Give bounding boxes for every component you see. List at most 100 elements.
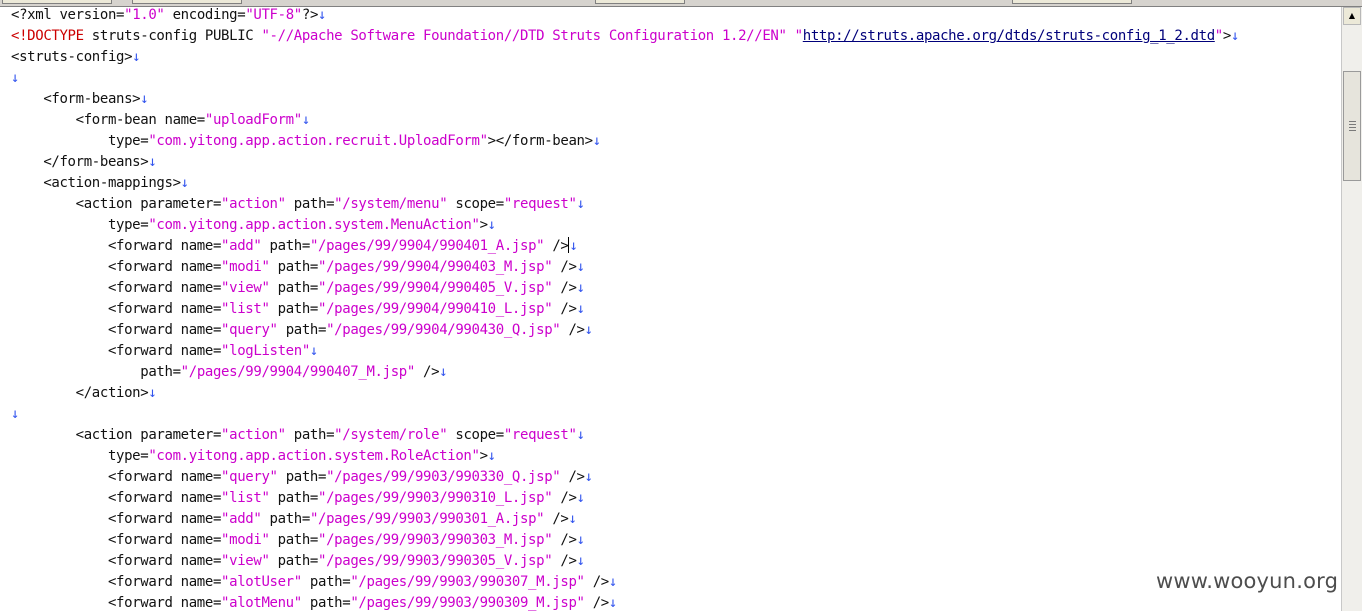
line-end-icon: ↓ [180,175,189,191]
code-text: path= [277,469,327,485]
attribute-value: " [1214,28,1223,44]
attribute-value: "com.yitong.app.action.system.MenuAction… [148,217,480,233]
grip-line [1349,127,1356,128]
code-line[interactable]: <forward name="modi" path="/pages/99/990… [11,530,585,551]
code-text: struts-config PUBLIC [83,28,262,44]
code-text: path= [269,280,319,296]
code-text: <action parameter= [11,427,222,443]
line-end-icon: ↓ [569,238,578,254]
scrollbar-thumb[interactable] [1343,71,1361,181]
attribute-value: "/pages/99/9904/990403_M.jsp" [318,259,553,275]
code-line[interactable]: </action>↓ [11,383,157,404]
attribute-value: "/pages/99/9903/990330_Q.jsp" [326,469,561,485]
code-line[interactable]: <forward name="modi" path="/pages/99/990… [11,257,585,278]
code-line[interactable]: ↓ [11,68,19,89]
code-text: > [1222,28,1231,44]
attribute-value: "uploadForm" [204,112,302,128]
code-link[interactable]: http://struts.apache.org/dtds/struts-con… [803,28,1215,44]
watermark-text: www.wooyun.org [1156,569,1339,593]
code-line[interactable]: <forward name="alotUser" path="/pages/99… [11,572,617,593]
attribute-value: "com.yitong.app.action.recruit.UploadFor… [148,133,488,149]
code-line[interactable]: <?xml version="1.0" encoding="UTF-8"?>↓ [11,7,326,26]
code-line[interactable]: <forward name="list" path="/pages/99/990… [11,299,585,320]
line-end-icon: ↓ [576,280,585,296]
code-text: > [479,217,488,233]
document-tab[interactable]: struts [2,0,112,4]
code-text: path= [261,511,311,527]
attribute-value: "/pages/99/9904/990430_Q.jsp" [326,322,561,338]
code-text: path= [277,322,327,338]
line-end-icon: ↓ [301,112,310,128]
code-line[interactable]: type="com.yitong.app.action.recruit.Uplo… [11,131,601,152]
code-text: path= [269,532,319,548]
line-end-icon: ↓ [487,448,496,464]
document-tab[interactable] [1012,0,1132,4]
attribute-value: "-//Apache Software Foundation//DTD Stru… [261,28,787,44]
code-line[interactable]: <struts-config>↓ [11,47,141,68]
code-text: scope= [447,427,504,443]
code-text: path= [269,301,319,317]
code-line[interactable]: <action-mappings>↓ [11,173,189,194]
code-text: /> [552,532,577,548]
code-text: path= [269,490,319,506]
code-line[interactable]: <forward name="alotMenu" path="/pages/99… [11,593,617,611]
attribute-value: "list" [221,490,270,506]
code-line[interactable]: </form-beans>↓ [11,152,156,173]
line-end-icon: ↓ [11,70,20,86]
code-line[interactable]: <forward name="add" path="/pages/99/9904… [11,236,578,257]
grip-line [1349,121,1356,122]
code-text: path= [261,238,311,254]
code-editor[interactable]: <?xml version="1.0" encoding="UTF-8"?>↓ <… [0,7,1340,611]
code-text: </action> [11,385,149,401]
code-line[interactable]: <forward name="view" path="/pages/99/990… [11,278,585,299]
code-line[interactable]: ↓ [11,404,19,425]
code-line[interactable]: <forward name="list" path="/pages/99/990… [11,488,585,509]
attribute-value: "/system/menu" [334,196,448,212]
line-end-icon: ↓ [576,259,585,275]
code-text: encoding= [164,7,246,23]
code-line[interactable]: <form-bean name="uploadForm"↓ [11,110,311,131]
attribute-value: "/pages/99/9904/990407_M.jsp" [180,364,416,380]
attribute-value: "1.0" [124,7,165,23]
code-line[interactable]: <forward name="query" path="/pages/99/99… [11,320,593,341]
code-text: /> [414,364,440,380]
code-line[interactable]: type="com.yitong.app.action.system.MenuA… [11,215,496,236]
code-line[interactable]: <!DOCTYPE struts-config PUBLIC "-//Apach… [11,26,1239,47]
code-text: <?xml version= [11,7,125,23]
line-end-icon: ↓ [584,469,593,485]
line-end-icon: ↓ [11,406,20,422]
attribute-value: "logListen" [221,343,310,359]
code-text: path= [285,427,335,443]
attribute-value: "alotUser" [221,574,302,590]
code-line[interactable]: type="com.yitong.app.action.system.RoleA… [11,446,496,467]
code-line[interactable]: path="/pages/99/9904/990407_M.jsp" />↓ [11,362,447,383]
scroll-up-icon[interactable]: ▲ [1343,7,1361,25]
code-text: scope= [447,196,504,212]
attribute-value: "view" [221,553,270,569]
attribute-value: "alotMenu" [221,595,302,611]
code-text: <forward name= [11,469,222,485]
document-tab[interactable]: struts [132,0,242,4]
code-text: > [479,448,488,464]
code-line[interactable]: <forward name="add" path="/pages/99/9903… [11,509,577,530]
code-text: <forward name= [11,322,222,338]
line-end-icon: ↓ [309,343,319,359]
attribute-value: "/pages/99/9903/990301_A.jsp" [309,511,545,527]
code-line[interactable]: <forward name="view" path="/pages/99/990… [11,551,585,572]
code-line[interactable]: <forward name="query" path="/pages/99/99… [11,467,593,488]
line-end-icon: ↓ [132,49,141,65]
vertical-scrollbar[interactable]: ▲ [1341,7,1362,611]
attribute-value: " [794,28,803,44]
code-line[interactable]: <forward name="logListen"↓ [11,341,318,362]
code-text: <forward name= [11,553,222,569]
attribute-value: "add" [221,511,262,527]
code-line[interactable]: <action parameter="action" path="/system… [11,425,585,446]
document-tab[interactable] [595,0,685,4]
line-end-icon: ↓ [318,7,327,23]
code-text: /> [544,511,569,527]
attribute-value: "/pages/99/9904/990405_V.jsp" [318,280,553,296]
code-line[interactable]: <action parameter="action" path="/system… [11,194,585,215]
code-text: type= [11,217,149,233]
code-line[interactable]: <form-beans>↓ [11,89,148,110]
